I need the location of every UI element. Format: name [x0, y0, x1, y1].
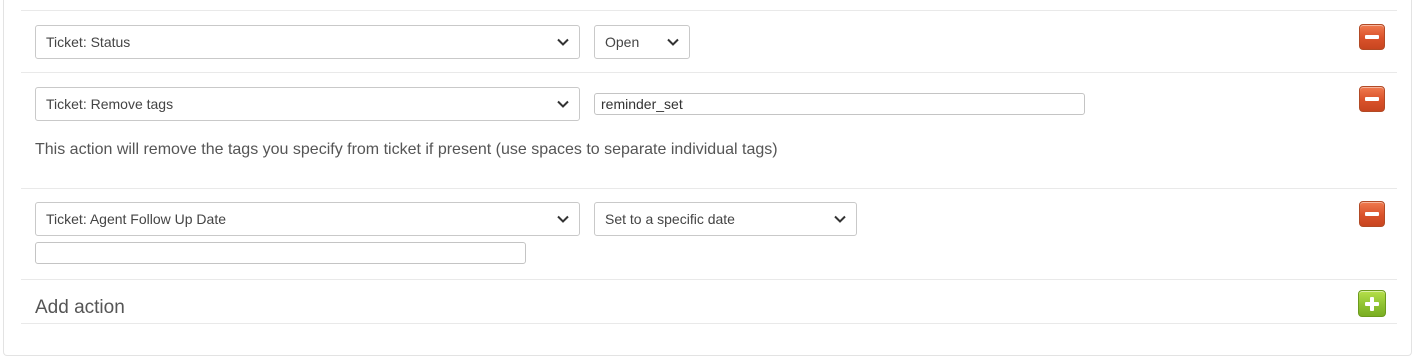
- remove-tags-help-text: This action will remove the tags you spe…: [35, 141, 778, 158]
- action-3-field-select[interactable]: Ticket: Agent Follow Up Date: [35, 202, 580, 236]
- row-divider: [21, 72, 1397, 73]
- action-3-field-value: Ticket: Agent Follow Up Date: [46, 211, 227, 227]
- minus-icon: [1365, 97, 1379, 101]
- action-2-field-select[interactable]: Ticket: Remove tags: [35, 87, 580, 121]
- plus-icon-vertical: [1370, 297, 1374, 311]
- action-3-operator-value: Set to a specific date: [605, 211, 735, 227]
- row-divider: [21, 188, 1397, 189]
- action-2-tags-value: reminder_set: [601, 96, 683, 112]
- chevron-down-icon: [557, 38, 569, 46]
- action-3-date-input[interactable]: [35, 242, 526, 264]
- action-1-field-select[interactable]: Ticket: Status: [35, 25, 580, 59]
- chevron-down-icon: [667, 38, 679, 46]
- action-1-operator-select[interactable]: Open: [594, 25, 690, 59]
- chevron-down-icon: [834, 215, 846, 223]
- action-3-operator-select[interactable]: Set to a specific date: [594, 202, 857, 236]
- row-divider: [21, 323, 1397, 324]
- action-1-operator-value: Open: [605, 34, 640, 50]
- action-2-tags-input[interactable]: reminder_set: [594, 93, 1085, 115]
- add-action-button[interactable]: [1358, 290, 1386, 317]
- minus-icon: [1365, 35, 1379, 39]
- remove-action-2-button[interactable]: [1359, 86, 1385, 112]
- action-1-field-value: Ticket: Status: [46, 34, 131, 50]
- row-divider: [21, 279, 1397, 280]
- chevron-down-icon: [557, 100, 569, 108]
- minus-icon: [1365, 212, 1379, 216]
- row-divider: [21, 10, 1397, 11]
- remove-action-3-button[interactable]: [1359, 201, 1385, 227]
- chevron-down-icon: [557, 215, 569, 223]
- action-2-field-value: Ticket: Remove tags: [46, 96, 174, 112]
- add-action-label: Add action: [35, 297, 125, 318]
- remove-action-1-button[interactable]: [1359, 24, 1385, 50]
